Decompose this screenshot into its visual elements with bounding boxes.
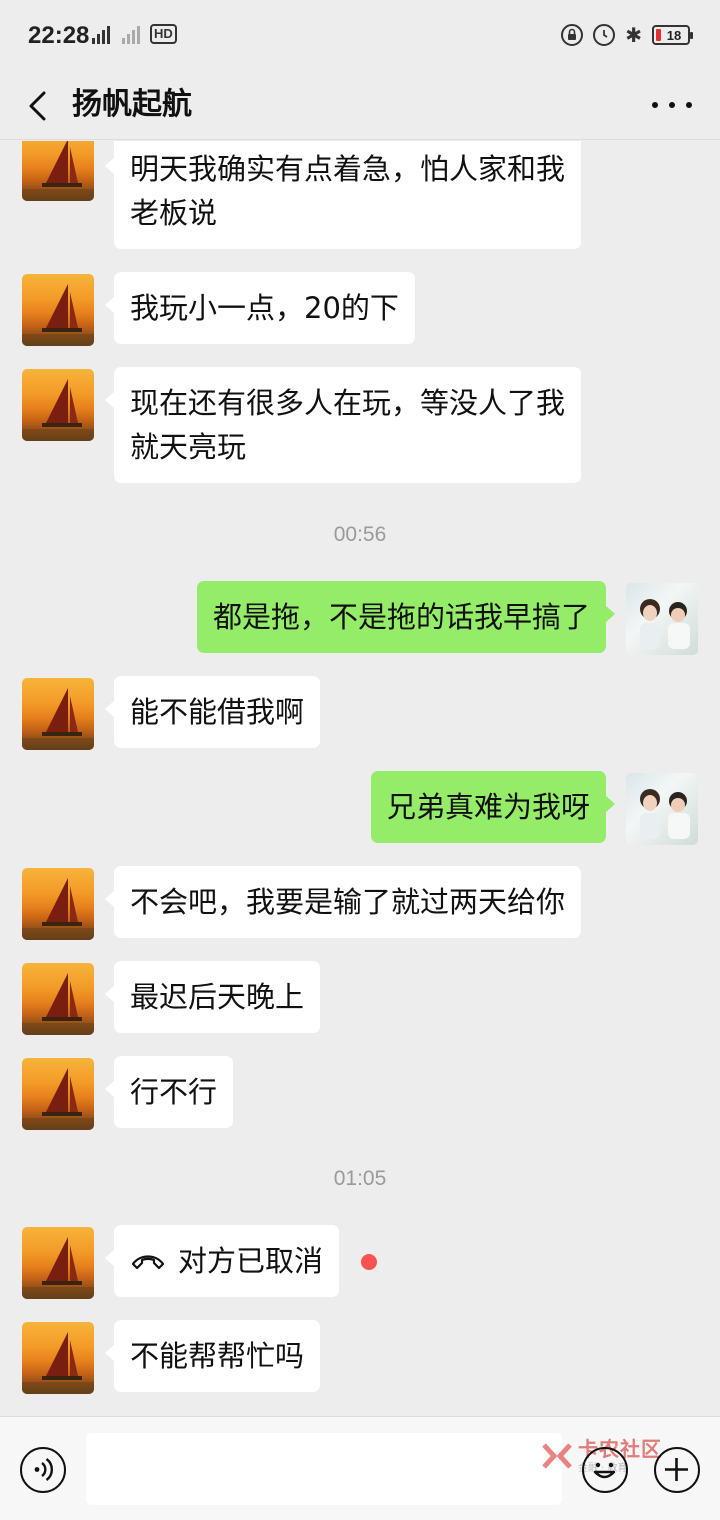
- self-avatar[interactable]: [626, 773, 698, 845]
- message-input[interactable]: [86, 1433, 562, 1505]
- chat-message-list[interactable]: 明天我确实有点着急，怕人家和我 老板说 我玩小一点，20的下 现在还有很多人在玩…: [0, 141, 720, 1416]
- hd-volte-icon: HD: [150, 24, 177, 44]
- chat-header: 扬帆起航: [0, 70, 720, 140]
- contact-avatar[interactable]: [22, 274, 94, 346]
- more-functions-button[interactable]: [654, 1447, 700, 1493]
- message-bubble[interactable]: 不会吧，我要是输了就过两天给你: [104, 866, 582, 938]
- call-status-text: 对方已取消: [178, 1244, 324, 1278]
- signal-icon: [122, 24, 140, 44]
- contact-avatar[interactable]: [22, 868, 94, 940]
- emoji-button[interactable]: [582, 1447, 628, 1493]
- contact-avatar[interactable]: [22, 1322, 94, 1394]
- alarm-icon: [593, 24, 616, 46]
- battery-icon: 18: [652, 25, 693, 45]
- status-bar: 22:28 HD ✱ 18: [0, 0, 720, 70]
- contact-avatar[interactable]: [22, 1227, 94, 1299]
- voice-input-button[interactable]: [20, 1447, 66, 1493]
- rotation-lock-icon: [561, 24, 584, 46]
- back-arrow-icon: [29, 91, 46, 121]
- message-bubble[interactable]: 不能帮帮忙吗: [104, 1320, 321, 1392]
- message-bubble-self[interactable]: 都是拖，不是拖的话我早搞了: [196, 581, 616, 653]
- call-record-bubble[interactable]: 对方已取消: [104, 1225, 340, 1297]
- bluetooth-icon: ✱: [625, 23, 642, 47]
- contact-avatar[interactable]: [22, 1058, 94, 1130]
- input-bar: 卡农社区 金融 · 教育: [0, 1416, 720, 1520]
- message-bubble[interactable]: 最迟后天晚上: [104, 961, 321, 1033]
- back-button[interactable]: [20, 82, 60, 128]
- message-bubble[interactable]: 我玩小一点，20的下: [105, 272, 415, 344]
- self-avatar[interactable]: [626, 583, 698, 655]
- message-bubble[interactable]: 明天我确实有点着急，怕人家和我 老板说: [104, 141, 582, 249]
- contact-avatar[interactable]: [22, 963, 94, 1035]
- status-right-icons: ✱ 18: [561, 23, 693, 47]
- message-timestamp: 01:05: [333, 1167, 387, 1190]
- message-bubble[interactable]: 行不行: [104, 1056, 234, 1128]
- contact-avatar[interactable]: [22, 369, 94, 441]
- plus-icon: [665, 1458, 688, 1481]
- signal-4g-icon: [92, 24, 110, 44]
- more-dots-icon: [652, 102, 658, 108]
- contact-avatar[interactable]: [22, 141, 94, 201]
- chat-title: 扬帆起航: [72, 87, 192, 122]
- unread-dot: [361, 1254, 377, 1270]
- voice-icon: [34, 1458, 53, 1481]
- message-bubble-self[interactable]: 兄弟真难为我呀: [370, 771, 616, 843]
- phone-hangup-icon: [131, 1255, 165, 1270]
- more-options-button[interactable]: [652, 92, 692, 118]
- emoji-icon: [593, 1462, 616, 1479]
- status-time: 22:28: [28, 22, 90, 49]
- battery-level: 18: [666, 27, 682, 43]
- network-indicators: HD: [92, 24, 177, 44]
- message-bubble[interactable]: 现在还有很多人在玩，等没人了我 就天亮玩: [104, 367, 582, 483]
- message-bubble[interactable]: 能不能借我啊: [104, 676, 321, 748]
- message-timestamp: 00:56: [333, 523, 387, 546]
- contact-avatar[interactable]: [22, 678, 94, 750]
